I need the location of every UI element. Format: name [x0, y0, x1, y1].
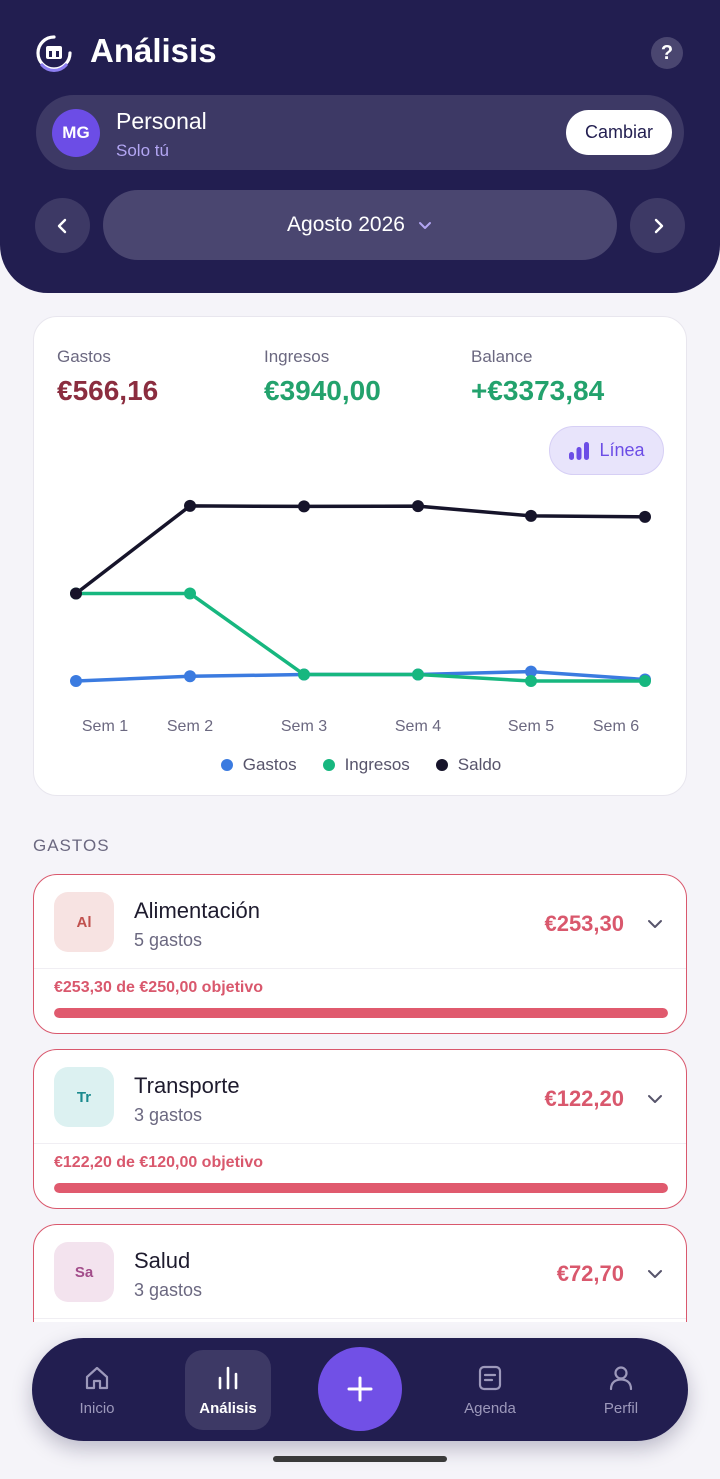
category-goal: €253,30 de €250,00 objetivo: [54, 979, 264, 996]
page-title: Análisis: [90, 32, 217, 69]
nav-label: Inicio: [79, 1399, 115, 1417]
category-icon: Tr: [54, 1067, 114, 1127]
next-month-button[interactable]: [630, 198, 685, 253]
chevron-right-icon: [654, 218, 663, 233]
category-name: Transporte: [134, 1073, 240, 1098]
category-count: 5 gastos: [134, 930, 203, 950]
category-card[interactable]: Al Alimentación 5 gastos €253,30 €253,30…: [33, 874, 687, 1034]
chevron-down-icon[interactable]: [646, 1090, 664, 1108]
x-tick-label: Sem 5: [508, 718, 554, 735]
add-button[interactable]: [318, 1347, 402, 1431]
legend-dot: [435, 759, 448, 771]
legend-item: Ingresos: [322, 755, 410, 775]
home-indicator: [273, 1456, 447, 1462]
category-progress-bar: [54, 1008, 668, 1018]
series-line-ingresos: [76, 591, 645, 683]
chevron-down-icon: [418, 222, 431, 229]
category-card[interactable]: Tr Transporte 3 gastos €122,20 €122,20 d…: [33, 1049, 687, 1209]
legend-label: Saldo: [457, 755, 502, 774]
category-amount: €122,20: [544, 1086, 624, 1111]
nav-item-analisis[interactable]: Análisis: [185, 1350, 271, 1430]
summary-card: Gastos €566,16 Ingresos €3940,00 Balance…: [33, 316, 687, 796]
chevron-down-icon[interactable]: [646, 1265, 664, 1283]
help-button[interactable]: ?: [651, 37, 683, 69]
x-tick-label: Sem 2: [167, 718, 213, 735]
nav-item-agenda[interactable]: Agenda: [447, 1350, 533, 1430]
category-progress-fill: [54, 1183, 668, 1193]
person-icon: [609, 1365, 633, 1390]
previous-month-button[interactable]: [35, 198, 90, 253]
data-point-saldo[interactable]: [184, 499, 196, 512]
divider: [34, 1318, 686, 1319]
legend-item: Gastos: [220, 755, 297, 775]
plus-icon: [347, 1376, 373, 1402]
account-name: Personal: [116, 108, 207, 134]
bar-chart-icon: [218, 1366, 238, 1389]
nav-label: Agenda: [464, 1399, 516, 1417]
nav-label: Perfil: [603, 1399, 639, 1417]
data-point-saldo[interactable]: [525, 509, 537, 522]
data-point-gastos[interactable]: [70, 675, 82, 688]
legend-dot: [220, 759, 233, 771]
legend-dot: [322, 759, 335, 771]
data-point-gastos[interactable]: [184, 670, 196, 683]
note-icon: [478, 1365, 502, 1390]
legend-label: Ingresos: [344, 755, 410, 774]
category-progress-bar: [54, 1183, 668, 1193]
header: Análisis ? MG Personal Solo tú Cambiar A…: [0, 0, 720, 293]
x-tick-label: Sem 6: [593, 718, 639, 735]
x-tick-label: Sem 3: [281, 718, 327, 735]
line-chart: Sem 1 Sem 2 Sem 3 Sem 4 Sem 5 Sem 6: [70, 499, 651, 735]
data-point-saldo[interactable]: [70, 587, 82, 600]
series-line-saldo: [74, 504, 646, 595]
chevron-down-icon[interactable]: [646, 915, 664, 933]
account-selector[interactable]: MG Personal Solo tú Cambiar: [36, 95, 684, 170]
category-amount: €72,70: [556, 1261, 624, 1286]
home-icon: [85, 1366, 109, 1389]
month-label: Agosto 2026: [287, 213, 405, 236]
bottom-navigation: Inicio Análisis Agenda Perfil: [32, 1338, 688, 1441]
data-point-ingresos[interactable]: [184, 587, 196, 600]
legend-item: Saldo: [435, 755, 502, 775]
data-point-ingresos[interactable]: [298, 668, 310, 681]
data-point-saldo[interactable]: [639, 510, 651, 523]
category-count: 3 gastos: [134, 1105, 203, 1125]
month-selector[interactable]: Agosto 2026: [103, 190, 617, 260]
chart-legend: Gastos Ingresos Saldo: [34, 755, 688, 775]
account-subtitle: Solo tú: [116, 141, 169, 160]
x-tick-label: Sem 4: [395, 718, 441, 735]
legend-label: Gastos: [242, 755, 297, 774]
data-point-saldo[interactable]: [412, 500, 424, 513]
category-count: 3 gastos: [134, 1280, 203, 1300]
avatar: MG: [52, 109, 100, 157]
category-name: Salud: [134, 1248, 191, 1273]
category-goal: €122,20 de €120,00 objetivo: [54, 1154, 264, 1171]
x-tick-label: Sem 1: [82, 718, 128, 735]
switch-account-button[interactable]: Cambiar: [566, 110, 672, 155]
category-name: Alimentación: [134, 898, 260, 923]
data-point-ingresos[interactable]: [412, 668, 424, 681]
divider: [34, 968, 686, 969]
data-point-saldo[interactable]: [298, 500, 310, 513]
nav-item-inicio[interactable]: Inicio: [54, 1350, 140, 1430]
nav-item-perfil[interactable]: Perfil: [578, 1350, 664, 1430]
category-progress-fill: [54, 1008, 668, 1018]
divider: [34, 1143, 686, 1144]
app-logo-icon: [36, 35, 72, 72]
data-point-ingresos[interactable]: [639, 675, 651, 688]
category-amount: €253,30: [544, 911, 624, 936]
section-title: GASTOS: [33, 836, 110, 855]
category-icon: Al: [54, 892, 114, 952]
category-icon: Sa: [54, 1242, 114, 1302]
chevron-left-icon: [57, 218, 66, 233]
nav-label: Análisis: [199, 1399, 257, 1417]
data-point-ingresos[interactable]: [525, 675, 537, 688]
